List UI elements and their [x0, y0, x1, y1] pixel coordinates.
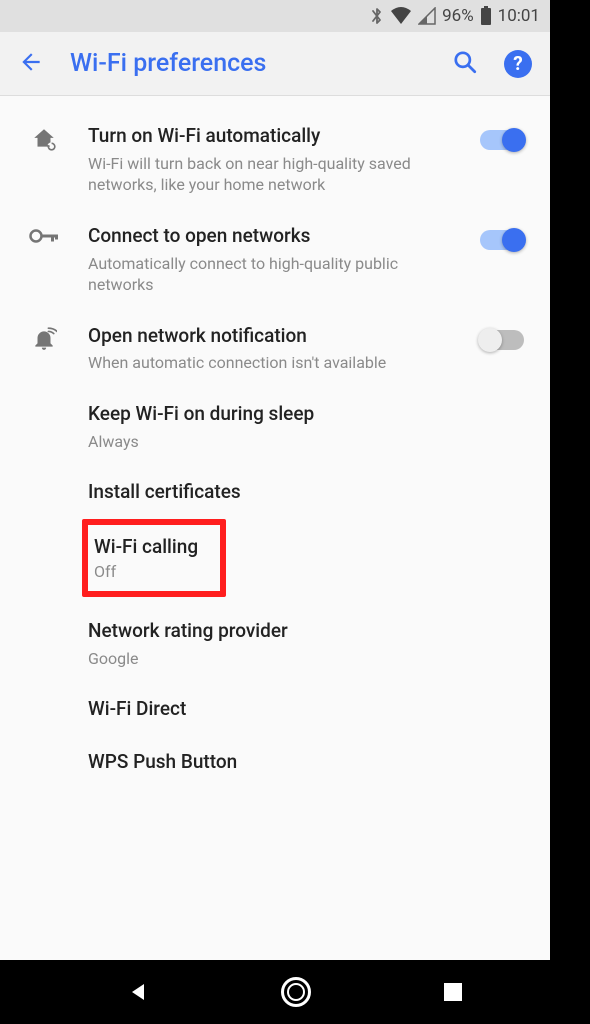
nav-home-button[interactable] — [281, 977, 311, 1007]
row-title: Network rating provider — [88, 619, 524, 644]
wifi-icon — [390, 7, 412, 25]
highlight-wifi-calling: Wi-Fi calling Off — [82, 519, 226, 597]
row-network-rating[interactable]: Network rating provider Google — [0, 597, 550, 683]
battery-icon — [480, 6, 492, 26]
key-icon — [29, 226, 59, 250]
help-button[interactable]: ? — [504, 50, 532, 78]
row-title: WPS Push Button — [88, 750, 524, 775]
switch-connect-open[interactable] — [480, 230, 524, 250]
row-subtitle: Automatically connect to high-quality pu… — [88, 253, 464, 296]
row-subtitle: Google — [88, 648, 524, 670]
row-subtitle: When automatic connection isn't availabl… — [88, 352, 464, 374]
battery-percentage: 96% — [442, 6, 474, 26]
nav-recents-button[interactable] — [442, 981, 464, 1003]
row-title: Install certificates — [88, 480, 524, 505]
switch-open-notification[interactable] — [480, 330, 524, 350]
cell-signal-icon — [418, 7, 436, 25]
search-button[interactable] — [452, 49, 478, 79]
row-title: Wi-Fi calling — [94, 535, 198, 558]
phone-bezel-right — [550, 0, 590, 1024]
page-title: Wi-Fi preferences — [70, 49, 426, 78]
row-subtitle: Wi-Fi will turn back on near high-qualit… — [88, 153, 464, 196]
phone-frame: 96% 10:01 Wi-Fi preferences ? Turn on Wi… — [0, 0, 550, 960]
app-bar: Wi-Fi preferences ? — [0, 32, 550, 96]
row-install-certificates[interactable]: Install certificates — [0, 466, 550, 519]
row-title: Keep Wi-Fi on during sleep — [88, 402, 524, 427]
row-title: Turn on Wi-Fi automatically — [88, 124, 464, 149]
row-wifi-calling[interactable]: Wi-Fi calling Off — [94, 535, 198, 581]
bluetooth-icon — [370, 6, 384, 26]
row-connect-open[interactable]: Connect to open networks Automatically c… — [0, 210, 550, 310]
row-wifi-direct[interactable]: Wi-Fi Direct — [0, 683, 550, 736]
nav-bar — [0, 960, 590, 1024]
row-subtitle: Always — [88, 431, 524, 453]
row-title: Wi-Fi Direct — [88, 697, 524, 722]
row-subtitle: Off — [94, 562, 198, 581]
row-keep-wifi-sleep[interactable]: Keep Wi-Fi on during sleep Always — [0, 388, 550, 466]
status-bar: 96% 10:01 — [0, 0, 550, 32]
nav-back-button[interactable] — [126, 980, 150, 1004]
row-wps-push[interactable]: WPS Push Button — [0, 736, 550, 789]
bell-wifi-icon — [31, 326, 57, 356]
clock: 10:01 — [498, 6, 540, 26]
settings-list: Turn on Wi-Fi automatically Wi-Fi will t… — [0, 96, 550, 789]
row-auto-wifi[interactable]: Turn on Wi-Fi automatically Wi-Fi will t… — [0, 110, 550, 210]
row-open-notification[interactable]: Open network notification When automatic… — [0, 310, 550, 388]
switch-auto-wifi[interactable] — [480, 130, 524, 150]
row-title: Connect to open networks — [88, 224, 464, 249]
home-icon — [31, 126, 57, 156]
row-title: Open network notification — [88, 324, 464, 349]
back-button[interactable] — [18, 49, 44, 79]
